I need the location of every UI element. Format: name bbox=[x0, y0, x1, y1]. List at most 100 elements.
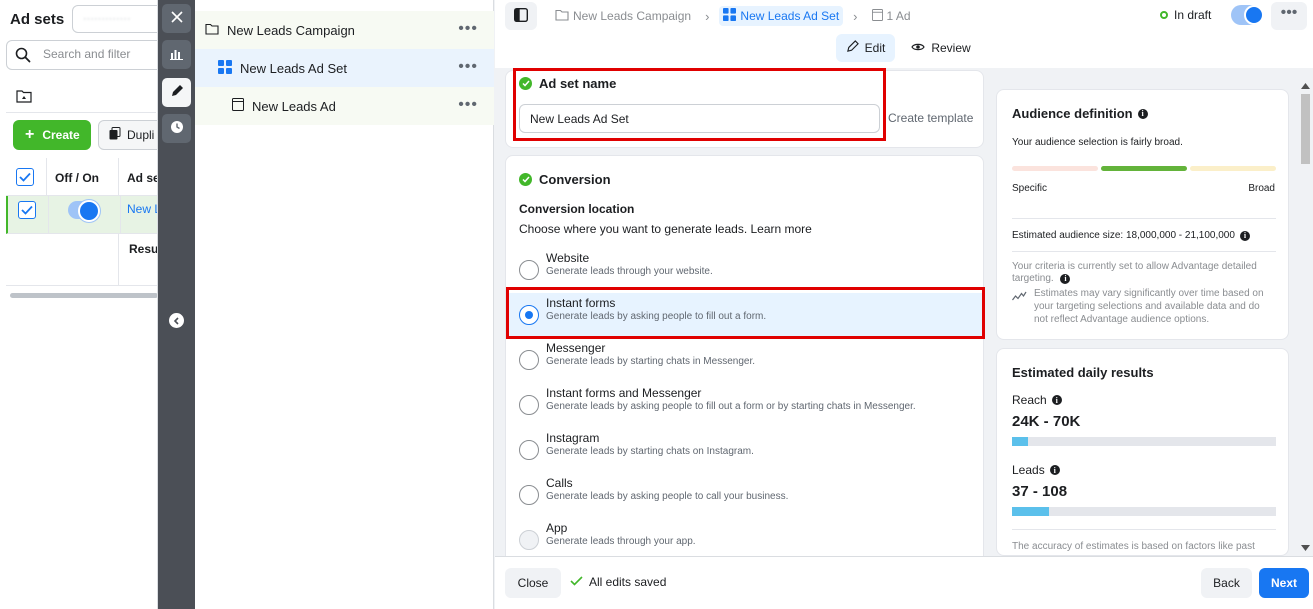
option-messenger[interactable]: Messenger Generate leads by starting cha… bbox=[506, 338, 983, 383]
edit-tool-button[interactable] bbox=[162, 78, 191, 107]
history-button[interactable] bbox=[162, 114, 191, 143]
draft-status: In draft bbox=[1160, 8, 1211, 22]
collapse-button[interactable] bbox=[169, 313, 184, 328]
chevron-right-icon: › bbox=[705, 8, 710, 24]
account-dropdown[interactable]: ············· bbox=[72, 5, 157, 33]
info-icon[interactable]: i bbox=[1137, 108, 1148, 119]
row-ad-set-name[interactable]: New L bbox=[127, 202, 157, 216]
ad-icon bbox=[232, 98, 244, 114]
close-icon bbox=[170, 11, 183, 26]
create-template-link[interactable]: Create template bbox=[888, 111, 973, 125]
ad-sets-title: Ad sets bbox=[10, 11, 65, 28]
create-button-label: Create bbox=[42, 128, 80, 142]
vertical-scrollbar[interactable] bbox=[1298, 72, 1310, 554]
folder-icon bbox=[205, 23, 219, 38]
table-row[interactable]: New L bbox=[6, 196, 157, 234]
trend-icon bbox=[1012, 290, 1027, 304]
toggle-sidebar-button[interactable] bbox=[505, 2, 537, 30]
plus-icon: + bbox=[25, 126, 35, 143]
close-panel-button[interactable] bbox=[162, 4, 191, 33]
col-off-on: Off / On bbox=[55, 171, 99, 185]
more-options-icon[interactable]: ••• bbox=[458, 59, 478, 75]
tab-edit[interactable]: Edit bbox=[836, 34, 895, 62]
broad-label: Broad bbox=[1248, 183, 1275, 194]
scrollbar-thumb[interactable] bbox=[1301, 94, 1310, 164]
info-icon[interactable]: i bbox=[1239, 230, 1250, 241]
check-icon bbox=[570, 575, 583, 589]
create-button[interactable]: + Create bbox=[13, 120, 91, 150]
option-instagram[interactable]: Instagram Generate leads by starting cha… bbox=[506, 428, 983, 473]
tab-review[interactable]: Review bbox=[906, 34, 976, 62]
tree-item-label: New Leads Ad Set bbox=[240, 60, 347, 76]
search-input[interactable] bbox=[43, 47, 153, 61]
reach-bar bbox=[1012, 437, 1276, 446]
pencil-icon bbox=[846, 40, 859, 56]
radio-button[interactable] bbox=[519, 260, 539, 280]
more-options-icon[interactable]: ••• bbox=[458, 97, 478, 113]
radio-button[interactable] bbox=[519, 395, 539, 415]
status-dot-icon bbox=[1160, 11, 1168, 19]
breadcrumb: New Leads Campaign › New Leads Ad Set › … bbox=[551, 6, 915, 26]
option-calls[interactable]: Calls Generate leads by asking people to… bbox=[506, 473, 983, 518]
tree-item-ad-set[interactable]: New Leads Ad Set ••• bbox=[195, 49, 494, 87]
charts-button[interactable] bbox=[162, 40, 191, 69]
tree-item-label: New Leads Ad bbox=[252, 98, 336, 114]
info-icon[interactable]: i bbox=[1049, 465, 1060, 475]
folder-icon[interactable] bbox=[16, 89, 32, 106]
search-box[interactable] bbox=[6, 40, 157, 70]
audience-size: Estimated audience size: 18,000,000 - 21… bbox=[1012, 230, 1250, 241]
more-button[interactable]: ••• bbox=[1271, 2, 1307, 30]
daily-results-card: Estimated daily results Reach i 24K - 70… bbox=[996, 348, 1289, 556]
option-desc: Generate leads by asking people to call … bbox=[546, 491, 789, 502]
top-bar: New Leads Campaign › New Leads Ad Set › … bbox=[495, 0, 1313, 68]
chevron-left-icon bbox=[173, 314, 180, 328]
info-icon[interactable]: i bbox=[1051, 395, 1062, 405]
criteria-note-text: Your criteria is currently set to allow … bbox=[1012, 261, 1257, 284]
option-title: Instagram bbox=[546, 431, 600, 445]
close-button[interactable]: Close bbox=[505, 568, 561, 598]
duplicate-button[interactable]: Dupli bbox=[98, 120, 157, 150]
divider bbox=[6, 112, 156, 113]
option-title: Instant forms and Messenger bbox=[546, 386, 702, 400]
radio-button[interactable] bbox=[519, 440, 539, 460]
meter-segment-mid bbox=[1101, 166, 1187, 171]
breadcrumb-campaign[interactable]: New Leads Campaign bbox=[551, 7, 695, 26]
conversion-heading: Conversion bbox=[519, 172, 611, 187]
ad-sets-panel: Ad sets ············· + Create Dupli Off … bbox=[0, 0, 158, 609]
row-checkbox[interactable] bbox=[18, 201, 36, 219]
radio-button[interactable] bbox=[519, 350, 539, 370]
ad-set-toggle[interactable] bbox=[1231, 5, 1264, 25]
audience-breadth-meter bbox=[1012, 166, 1276, 171]
reach-value: 24K - 70K bbox=[1012, 413, 1081, 430]
leads-bar-fill bbox=[1012, 507, 1049, 516]
select-all-checkbox[interactable] bbox=[16, 168, 34, 186]
radio-button[interactable] bbox=[519, 485, 539, 505]
breadcrumb-ad-set[interactable]: New Leads Ad Set bbox=[719, 6, 844, 26]
scroll-up-icon[interactable] bbox=[1301, 78, 1310, 92]
tree-item-campaign[interactable]: New Leads Campaign ••• bbox=[195, 11, 494, 49]
option-desc: Generate leads through your website. bbox=[546, 266, 713, 277]
option-title: Website bbox=[546, 251, 590, 265]
tree-item-ad[interactable]: New Leads Ad ••• bbox=[195, 87, 494, 125]
conversion-description: Choose where you want to generate leads.… bbox=[519, 222, 812, 236]
save-status: All edits saved bbox=[570, 575, 666, 589]
back-button[interactable]: Back bbox=[1201, 568, 1252, 598]
highlight-box-name bbox=[513, 68, 886, 141]
scroll-down-icon[interactable] bbox=[1301, 540, 1310, 554]
daily-results-title: Estimated daily results bbox=[1012, 365, 1154, 380]
option-instant-forms-and-messenger[interactable]: Instant forms and Messenger Generate lea… bbox=[506, 383, 983, 428]
more-options-icon[interactable]: ••• bbox=[458, 21, 478, 37]
table-header: Off / On Ad se bbox=[6, 158, 157, 196]
breadcrumb-ads[interactable]: 1 Ad bbox=[868, 7, 915, 26]
row-toggle[interactable] bbox=[68, 200, 100, 222]
reach-label-text: Reach bbox=[1012, 393, 1047, 407]
reach-bar-fill bbox=[1012, 437, 1028, 446]
ad-icon bbox=[871, 8, 883, 24]
estimates-note: Estimates may vary significantly over ti… bbox=[1034, 288, 1264, 325]
info-icon[interactable]: i bbox=[1060, 274, 1071, 284]
chevron-right-icon: › bbox=[853, 8, 858, 24]
next-button[interactable]: Next bbox=[1259, 568, 1309, 598]
horizontal-scrollbar[interactable] bbox=[10, 293, 157, 298]
conversion-title: Conversion bbox=[539, 172, 611, 187]
option-desc: Generate leads through your app. bbox=[546, 536, 696, 547]
